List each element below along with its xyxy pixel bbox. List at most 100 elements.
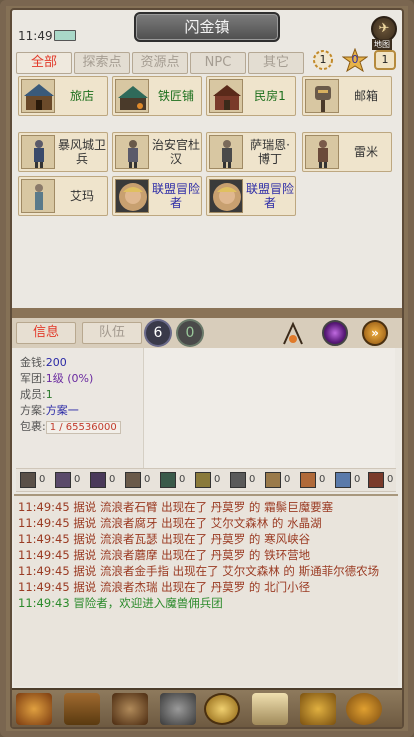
plan-label: 方案: — [20, 404, 46, 417]
item-slot[interactable]: 0 — [335, 472, 367, 490]
tab-info[interactable]: 信息 — [16, 322, 76, 344]
app-panel: 11:49 闪金镇 ✈ 地图 全部 探索点 资源点 NPC 其它 1 0 1 旅… — [10, 8, 404, 729]
sword-icon — [20, 472, 36, 488]
staff-icon — [125, 472, 141, 488]
mailbox-icon — [305, 79, 339, 113]
alliance-emblem-icon[interactable] — [204, 693, 240, 725]
hero-icon[interactable] — [16, 693, 52, 725]
campfire-icon — [283, 321, 303, 345]
house-icon — [209, 79, 243, 113]
message-log: 11:49:45 据说 流浪者石臂 出现在了 丹莫罗 的 霜鬃巨魔要塞 11:4… — [14, 494, 398, 686]
log-line: 11:49:45 据说 流浪者杰瑞 出现在了 丹莫罗 的 北门小径 — [18, 580, 311, 594]
weapon-icon — [230, 472, 246, 488]
location-label: 民房1 — [254, 89, 286, 103]
item-slot[interactable]: 0 — [125, 472, 157, 490]
legion-value: 1级 (0%) — [45, 372, 94, 385]
npc-icon — [305, 135, 339, 169]
forward-button[interactable]: » — [362, 320, 388, 346]
scroll-icon — [265, 472, 281, 488]
item-slot[interactable]: 0 — [265, 472, 297, 490]
npc-stormwind-guard[interactable]: 暴风城卫兵 — [18, 132, 108, 172]
location-label: 联盟冒险者 — [151, 182, 200, 210]
location-mailbox[interactable]: 邮箱 — [302, 76, 392, 116]
settings-gear-icon[interactable] — [346, 693, 382, 725]
detail-panel — [143, 348, 395, 468]
npc-sheriff[interactable]: 治安官杜汉 — [112, 132, 202, 172]
item-strip: 0 0 0 0 0 0 0 0 0 0 0 — [16, 468, 396, 492]
location-label: 萨瑞恩·博丁 — [250, 138, 290, 166]
npc-icon — [209, 135, 243, 169]
plan-value[interactable]: 方案一 — [46, 404, 79, 417]
item-slot[interactable]: 0 — [368, 472, 400, 490]
clock: 11:49 — [18, 29, 53, 43]
potion-icon — [335, 472, 351, 488]
log-line: 11:49:45 据说 流浪者石臂 出现在了 丹莫罗 的 霜鬃巨魔要塞 — [18, 500, 334, 514]
item-slot[interactable]: 0 — [55, 472, 87, 490]
item-slot[interactable]: 0 — [160, 472, 192, 490]
gold-ore-icon — [195, 472, 211, 488]
info-panel: 金钱:200 军团:1级 (0%) 成员:1 方案:方案一 包裹: 1 / 655… — [16, 348, 142, 468]
npc-emma[interactable]: 艾玛 — [18, 176, 108, 216]
location-inn[interactable]: 旅店 — [18, 76, 108, 116]
tab-resource[interactable]: 资源点 — [132, 52, 188, 74]
trophy-icon[interactable] — [300, 693, 336, 725]
map-icon: ✈ — [378, 21, 390, 36]
location-label: 铁匠铺 — [157, 89, 194, 103]
gold-label: 金钱: — [20, 356, 46, 369]
portal-button[interactable] — [322, 320, 348, 346]
location-label: 联盟冒险者 — [245, 182, 294, 210]
panel-tabs: 信息 队伍 6 0 » — [12, 318, 402, 348]
bag-value[interactable]: 1 / 65536000 — [45, 421, 121, 434]
battery-icon — [54, 30, 76, 41]
section-divider — [12, 308, 402, 318]
location-label: 旅店 — [69, 89, 94, 103]
tab-explore[interactable]: 探索点 — [74, 52, 130, 74]
tab-npc[interactable]: NPC — [190, 52, 246, 74]
adventurer-portrait-icon — [209, 179, 243, 213]
count-badge-a: 6 — [146, 321, 170, 345]
npc-sarien[interactable]: 萨瑞恩·博丁 — [206, 132, 296, 172]
bottom-nav — [12, 688, 402, 727]
item-slot[interactable]: 0 — [195, 472, 227, 490]
log-line: 11:49:45 据说 流浪者金手指 出现在了 艾尔文森林 的 斯通菲尔德农场 — [18, 564, 380, 578]
page-title: 闪金镇 — [134, 12, 280, 42]
location-blacksmith[interactable]: 铁匠铺 — [112, 76, 202, 116]
dagger-icon — [55, 472, 71, 488]
item-slot[interactable]: 0 — [90, 472, 122, 490]
gear-counter[interactable]: 1 — [310, 48, 336, 72]
location-label: 邮箱 — [353, 89, 378, 103]
log-line: 11:49:45 据说 流浪者瓦瑟 出现在了 丹莫罗 的 寒风峡谷 — [18, 532, 311, 546]
scroll-counter[interactable]: 0 — [342, 48, 368, 72]
npc-remy[interactable]: 雷米 — [302, 132, 392, 172]
campfire-button[interactable] — [280, 320, 306, 346]
tab-team[interactable]: 队伍 — [82, 322, 142, 344]
tab-all[interactable]: 全部 — [16, 52, 72, 74]
npc-icon — [21, 179, 55, 213]
members-value: 1 — [45, 388, 53, 401]
blacksmith-icon — [115, 79, 149, 113]
npc-alliance-adventurer-1[interactable]: 联盟冒险者 — [112, 176, 202, 216]
ring-icon — [368, 472, 384, 488]
scroll-counter-2[interactable]: 1 — [372, 48, 398, 72]
warrior-icon[interactable] — [112, 693, 148, 725]
location-house[interactable]: 民房1 — [206, 76, 296, 116]
npc-alliance-adventurer-2[interactable]: 联盟冒险者 — [206, 176, 296, 216]
item-slot[interactable]: 0 — [230, 472, 262, 490]
location-label: 治安官杜汉 — [151, 138, 200, 166]
tab-other[interactable]: 其它 — [248, 52, 304, 74]
ore-icon — [160, 472, 176, 488]
blade-icon — [90, 472, 106, 488]
item-slot[interactable]: 0 — [300, 472, 332, 490]
item-slot[interactable]: 0 — [20, 472, 52, 490]
scroll-icon[interactable] — [252, 693, 288, 725]
double-arrow-icon: » — [371, 326, 379, 340]
knight-icon[interactable] — [160, 693, 196, 725]
chest-icon[interactable] — [64, 693, 100, 725]
adventurer-portrait-icon — [115, 179, 149, 213]
count-badge-b: 0 — [178, 321, 202, 345]
gold-value: 200 — [45, 356, 67, 369]
log-line: 11:49:43 冒险者，欢迎进入魔兽佣兵团 — [18, 596, 223, 610]
sheriff-icon — [115, 135, 149, 169]
location-grid: 旅店 铁匠铺 民房1 邮箱 暴风城卫兵 治安官杜汉 萨瑞恩·博丁 雷米 艾玛 联… — [18, 76, 398, 308]
guard-icon — [21, 135, 55, 169]
